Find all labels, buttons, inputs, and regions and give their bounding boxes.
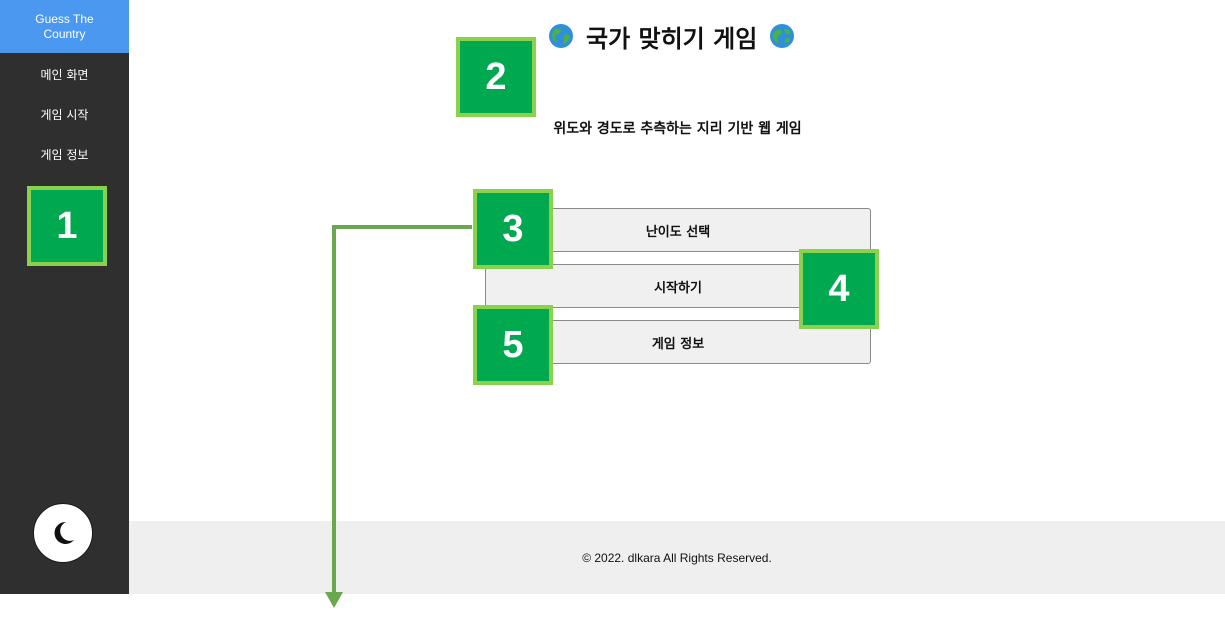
page-subtitle: 위도와 경도로 추측하는 지리 기반 웹 게임 <box>553 121 802 137</box>
game-info-label: 게임 정보 <box>651 336 705 352</box>
brand-label: Guess The Country <box>35 11 94 41</box>
sidebar-item-main[interactable]: 메인 화면 <box>0 66 129 83</box>
brand-logo[interactable]: Guess The Country <box>0 0 129 53</box>
difficulty-select-label: 난이도 선택 <box>645 224 711 240</box>
annotation-badge-1: 1 <box>27 186 107 266</box>
annotation-badge-5: 5 <box>473 305 553 385</box>
moon-icon <box>54 521 74 544</box>
footer: © 2022. dlkara All Rights Reserved. <box>129 521 1225 594</box>
theme-toggle-button[interactable] <box>33 503 93 563</box>
sidebar-item-game-info[interactable]: 게임 정보 <box>0 146 129 163</box>
page-title: 국가 맞히기 게임 <box>548 18 795 54</box>
annotation-badge-2: 2 <box>456 37 536 117</box>
page-title-text: 국가 맞히기 게임 <box>586 24 758 53</box>
arrow-down-icon <box>325 592 343 608</box>
callout-connector-horizontal <box>332 225 472 229</box>
sidebar: Guess The Country 메인 화면 게임 시작 게임 정보 <box>0 0 129 594</box>
callout-connector-vertical <box>332 225 336 595</box>
annotation-badge-3: 3 <box>473 189 553 269</box>
globe-icon <box>549 24 573 48</box>
copyright-text: © 2022. dlkara All Rights Reserved. <box>582 550 772 565</box>
globe-icon <box>770 24 795 48</box>
start-game-label: 시작하기 <box>654 280 702 296</box>
annotation-badge-4: 4 <box>799 249 879 329</box>
